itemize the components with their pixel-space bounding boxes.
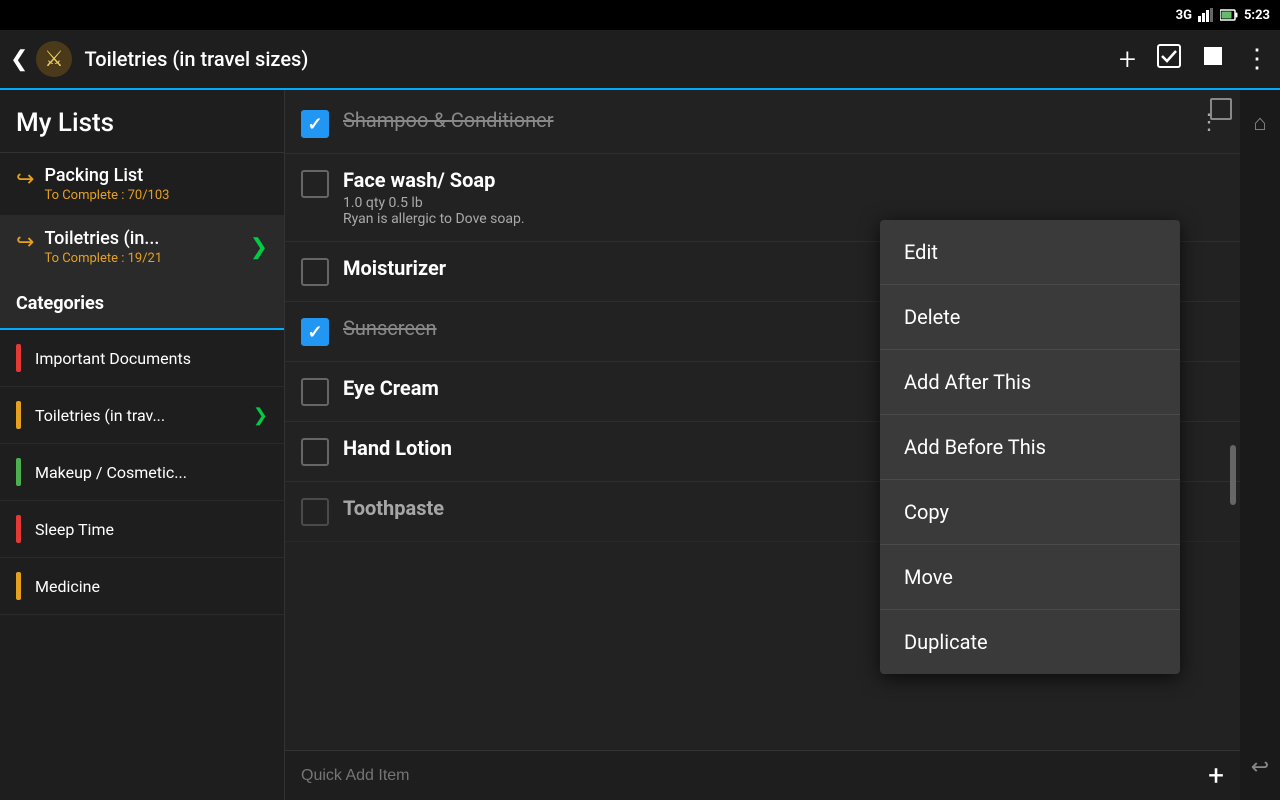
home-icon[interactable]: ⌂: [1253, 110, 1266, 136]
context-menu-move[interactable]: Move: [880, 545, 1180, 610]
makeup-label: Makeup / Cosmetic...: [35, 463, 187, 482]
back-nav-icon[interactable]: ↩: [1251, 755, 1269, 780]
toolbar-actions: + ⋮: [1119, 42, 1270, 77]
quick-add-plus-button[interactable]: +: [1208, 759, 1224, 792]
stop-button[interactable]: [1202, 45, 1224, 73]
context-menu-add-before[interactable]: Add Before This: [880, 415, 1180, 480]
checkmark-icon: ✓: [307, 322, 322, 343]
my-lists-header: My Lists: [0, 90, 284, 153]
context-menu-add-after[interactable]: Add After This: [880, 350, 1180, 415]
packing-list-info: Packing List To Complete : 70/103: [44, 165, 268, 203]
time-display: 5:23: [1244, 8, 1270, 23]
status-bar: 3G 5:23: [0, 0, 1280, 30]
medicine-label: Medicine: [35, 577, 100, 596]
sidebar-category-toiletries-trav[interactable]: Toiletries (in trav... ❯: [0, 387, 284, 444]
scrollbar[interactable]: [1230, 445, 1236, 505]
content-area: ✓ Shampoo & Conditioner ⋮ Face wash/ Soa…: [285, 90, 1240, 800]
checkmark-icon: ✓: [307, 114, 322, 135]
item-more-shampoo[interactable]: ⋮: [1194, 110, 1224, 135]
sidebar-category-sleep[interactable]: Sleep Time: [0, 501, 284, 558]
context-menu: Edit Delete Add After This Add Before Th…: [880, 220, 1180, 674]
toiletries-trav-color: [16, 401, 21, 429]
sleep-color: [16, 515, 21, 543]
battery-icon: [1220, 6, 1238, 25]
check-all-button[interactable]: [1156, 43, 1182, 75]
item-details-facewash: 1.0 qty 0.5 lb: [343, 195, 1224, 211]
sidebar-category-medicine[interactable]: Medicine: [0, 558, 284, 615]
toiletries-trav-label: Toiletries (in trav...: [35, 406, 165, 425]
toiletries-arrow: ❯: [250, 235, 268, 260]
item-content-shampoo: Shampoo & Conditioner: [343, 108, 1194, 132]
right-edge-bar: ⌂ ↩: [1240, 90, 1280, 800]
important-docs-color: [16, 344, 21, 372]
toiletries-trav-arrow: ❯: [253, 405, 268, 426]
item-checkbox-toothpaste[interactable]: [301, 498, 329, 526]
context-menu-edit[interactable]: Edit: [880, 220, 1180, 285]
item-checkbox-sunscreen[interactable]: ✓: [301, 318, 329, 346]
packing-list-icon: ↪: [16, 167, 34, 192]
toiletries-icon: ↪: [16, 230, 34, 255]
toiletries-sub: To Complete : 19/21: [44, 251, 249, 266]
makeup-color: [16, 458, 21, 486]
item-checkbox-eyecream[interactable]: [301, 378, 329, 406]
back-button[interactable]: ❮: [10, 47, 28, 72]
packing-list-sub: To Complete : 70/103: [44, 188, 268, 203]
network-status: 3G: [1176, 8, 1192, 23]
list-item: ✓ Shampoo & Conditioner ⋮: [285, 94, 1240, 154]
sidebar-item-packing-list[interactable]: ↪ Packing List To Complete : 70/103: [0, 153, 284, 216]
toolbar: ❮ ⚔ Toiletries (in travel sizes) + ⋮: [0, 30, 1280, 90]
important-docs-label: Important Documents: [35, 349, 191, 368]
app-icon: ⚔: [34, 39, 74, 79]
quick-add-bar: +: [285, 750, 1240, 800]
context-menu-duplicate[interactable]: Duplicate: [880, 610, 1180, 674]
context-menu-delete[interactable]: Delete: [880, 285, 1180, 350]
categories-button[interactable]: Categories: [0, 279, 284, 330]
add-button[interactable]: +: [1119, 42, 1136, 77]
item-checkbox-moisturizer[interactable]: [301, 258, 329, 286]
toiletries-name: Toiletries (in...: [44, 228, 249, 249]
toiletries-info: Toiletries (in... To Complete : 19/21: [44, 228, 249, 266]
signal-icon: [1198, 8, 1214, 22]
main-layout: My Lists ↪ Packing List To Complete : 70…: [0, 90, 1280, 800]
medicine-color: [16, 572, 21, 600]
context-menu-copy[interactable]: Copy: [880, 480, 1180, 545]
sidebar-category-important-docs[interactable]: Important Documents: [0, 330, 284, 387]
item-checkbox-handlotion[interactable]: [301, 438, 329, 466]
overflow-menu-button[interactable]: ⋮: [1244, 44, 1270, 74]
quick-add-input[interactable]: [301, 767, 1208, 785]
svg-text:⚔: ⚔: [45, 47, 65, 72]
item-content-facewash: Face wash/ Soap 1.0 qty 0.5 lb Ryan is a…: [343, 168, 1224, 227]
item-name-facewash: Face wash/ Soap: [343, 168, 1224, 192]
item-name-shampoo: Shampoo & Conditioner: [343, 108, 1194, 132]
sidebar: My Lists ↪ Packing List To Complete : 70…: [0, 90, 285, 800]
item-checkbox-shampoo[interactable]: ✓: [301, 110, 329, 138]
sleep-label: Sleep Time: [35, 520, 114, 539]
packing-list-name: Packing List: [44, 165, 268, 186]
sidebar-item-toiletries[interactable]: ↪ Toiletries (in... To Complete : 19/21 …: [0, 216, 284, 279]
page-title: Toiletries (in travel sizes): [84, 47, 1119, 71]
sidebar-category-makeup[interactable]: Makeup / Cosmetic...: [0, 444, 284, 501]
item-checkbox-facewash[interactable]: [301, 170, 329, 198]
